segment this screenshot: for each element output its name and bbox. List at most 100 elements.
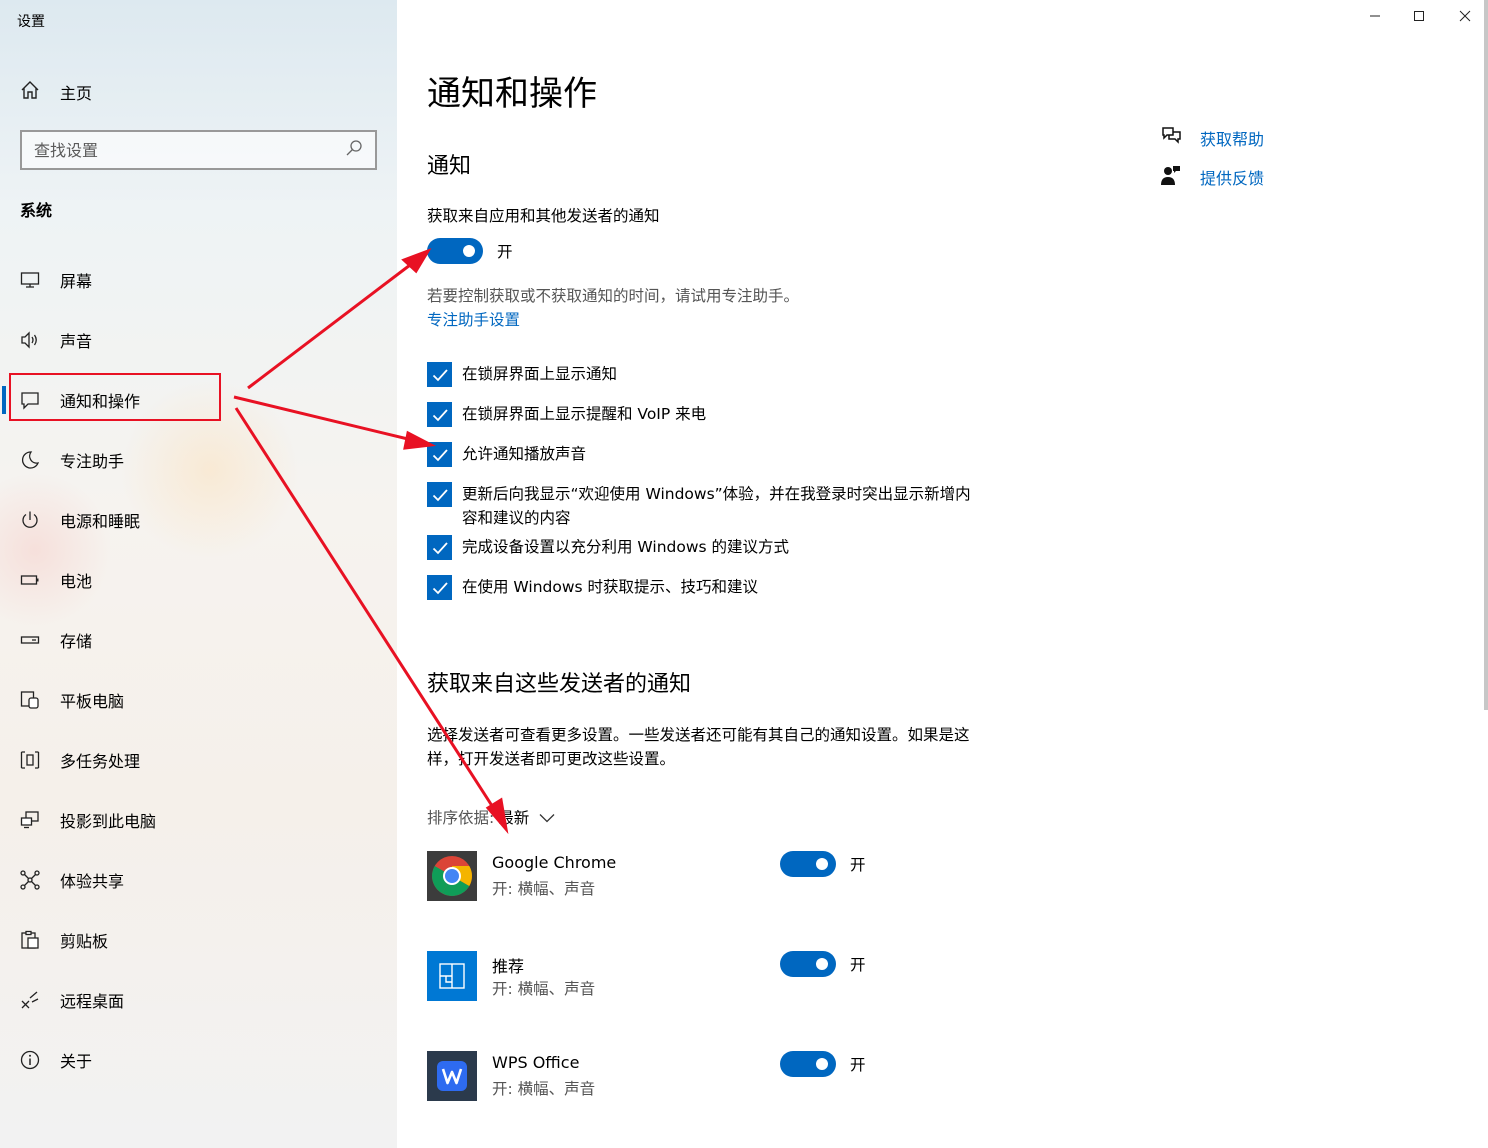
checkbox-tips-tricks[interactable]: 在使用 Windows 时获取提示、技巧和建议: [427, 575, 758, 600]
close-icon: [1459, 10, 1471, 22]
sidebar-item-label: 屏幕: [60, 272, 93, 291]
recommend-toggle-state: 开: [850, 956, 866, 974]
sidebar-item-label: 关于: [60, 1052, 93, 1071]
checkbox-notification-sounds[interactable]: 允许通知播放声音: [427, 442, 586, 467]
sidebar-item-project[interactable]: 投影到此电脑: [20, 803, 156, 837]
sidebar-item-label: 投影到此电脑: [60, 812, 157, 831]
sidebar-item-shared-experiences[interactable]: 体验共享: [20, 863, 124, 897]
chrome-toggle-state: 开: [850, 856, 866, 874]
checkbox-label: 完成设备设置以充分利用 Windows 的建议方式: [462, 538, 790, 556]
sidebar-item-label: 多任务处理: [60, 752, 141, 771]
close-button[interactable]: [1442, 0, 1488, 32]
sender-name: WPS Office: [492, 1053, 580, 1072]
sidebar-item-storage[interactable]: 存储: [20, 623, 92, 657]
sidebar-home-label: 主页: [60, 84, 93, 103]
sidebar-item-label: 存储: [60, 632, 93, 651]
feedback-label: 提供反馈: [1200, 169, 1265, 188]
checkbox-checked-icon[interactable]: [427, 535, 452, 560]
toggle-knob: [816, 858, 828, 870]
sidebar-item-remote-desktop[interactable]: 远程桌面: [20, 983, 124, 1017]
sidebar-item-focus-assist[interactable]: 专注助手: [20, 443, 124, 477]
sidebar-item-multitasking[interactable]: 多任务处理: [20, 743, 140, 777]
checkbox-device-setup-suggestions[interactable]: 完成设备设置以充分利用 Windows 的建议方式: [427, 535, 789, 560]
checkbox-lock-screen-notifications[interactable]: 在锁屏界面上显示通知: [427, 362, 617, 387]
sidebar-item-clipboard[interactable]: 剪贴板: [20, 923, 108, 957]
minimize-button[interactable]: [1352, 0, 1398, 32]
checkbox-checked-icon[interactable]: [427, 482, 452, 507]
scrollbar[interactable]: [1484, 0, 1488, 710]
feedback-link[interactable]: 提供反馈: [1160, 164, 1264, 190]
checkbox-checked-icon[interactable]: [427, 442, 452, 467]
display-icon: [20, 270, 40, 290]
sidebar-item-display[interactable]: 屏幕: [20, 263, 92, 297]
tablet-icon: [20, 690, 40, 710]
sidebar-item-label: 剪贴板: [60, 932, 109, 951]
sidebar-item-battery[interactable]: 电池: [20, 563, 92, 597]
checkbox-label: 更新后向我显示“欢迎使用 Windows”体验，并在我登录时突出显示新增内容和建…: [462, 485, 971, 527]
sender-status: 开: 横幅、声音: [492, 880, 596, 898]
checkbox-checked-icon[interactable]: [427, 402, 452, 427]
toggle-knob: [816, 958, 828, 970]
multitask-icon: [20, 750, 40, 770]
sidebar-item-sound[interactable]: 声音: [20, 323, 92, 357]
senders-heading: 获取来自这些发送者的通知: [427, 672, 692, 697]
sidebar-home[interactable]: 主页: [20, 78, 92, 106]
power-icon: [20, 510, 40, 530]
storage-icon: [20, 630, 40, 650]
sidebar-item-label: 远程桌面: [60, 992, 125, 1011]
sidebar-item-label: 平板电脑: [60, 692, 125, 711]
checkbox-label: 在锁屏界面上显示提醒和 VoIP 来电: [462, 405, 707, 423]
battery-icon: [20, 570, 40, 590]
checkbox-lock-screen-reminders[interactable]: 在锁屏界面上显示提醒和 VoIP 来电: [427, 402, 706, 427]
sidebar-item-tablet[interactable]: 平板电脑: [20, 683, 124, 717]
maximize-button[interactable]: [1396, 0, 1442, 32]
search-input[interactable]: [34, 140, 345, 160]
search-icon[interactable]: [345, 139, 363, 161]
feedback-icon: [1160, 164, 1182, 190]
wps-toggle[interactable]: [780, 1051, 836, 1077]
get-help-label: 获取帮助: [1200, 130, 1265, 149]
sidebar-item-label: 电源和睡眠: [60, 512, 141, 531]
share-icon: [20, 870, 40, 890]
checkbox-label: 在锁屏界面上显示通知: [462, 365, 618, 383]
sidebar-item-label: 电池: [60, 572, 93, 591]
search-box[interactable]: [20, 130, 377, 170]
focus-assist-hint: 若要控制获取或不获取通知的时间，请试用专注助手。: [427, 287, 800, 305]
chrome-toggle[interactable]: [780, 851, 836, 877]
annotation-highlight-box: [9, 373, 221, 421]
chevron-down-icon: [539, 808, 555, 827]
checkbox-label: 在使用 Windows 时获取提示、技巧和建议: [462, 578, 759, 596]
sidebar-item-about[interactable]: 关于: [20, 1043, 92, 1077]
sidebar-item-label: 声音: [60, 332, 93, 351]
sort-dropdown[interactable]: 排序依据: 最新: [427, 806, 555, 828]
remote-desktop-icon: [20, 990, 40, 1010]
page-title: 通知和操作: [427, 74, 597, 114]
sort-label: 排序依据:: [427, 809, 495, 827]
sender-name: 推荐: [492, 957, 525, 976]
sender-name: Google Chrome: [492, 853, 617, 872]
get-help-link[interactable]: 获取帮助: [1160, 125, 1264, 151]
master-toggle-state: 开: [497, 243, 513, 261]
wps-icon: [427, 1051, 477, 1101]
focus-assist-link[interactable]: 专注助手设置: [427, 308, 520, 332]
recommend-toggle[interactable]: [780, 951, 836, 977]
sidebar-item-label: 专注助手: [60, 452, 125, 471]
sidebar-section-title: 系统: [20, 201, 53, 220]
info-icon: [20, 1050, 40, 1070]
toggle-knob: [463, 245, 475, 257]
active-indicator: [2, 386, 6, 414]
checkbox-welcome-experience[interactable]: 更新后向我显示“欢迎使用 Windows”体验，并在我登录时突出显示新增内容和建…: [427, 482, 982, 530]
window-title: 设置: [17, 14, 45, 30]
sidebar-item-power[interactable]: 电源和睡眠: [20, 503, 140, 537]
checkbox-checked-icon[interactable]: [427, 362, 452, 387]
senders-description: 选择发送者可查看更多设置。一些发送者还可能有其自己的通知设置。如果是这样，打开发…: [427, 726, 970, 768]
sidebar-item-label: 体验共享: [60, 872, 125, 891]
checkbox-checked-icon[interactable]: [427, 575, 452, 600]
sender-status: 开: 横幅、声音: [492, 1080, 596, 1098]
master-notifications-toggle[interactable]: [427, 238, 483, 264]
toggle-knob: [816, 1058, 828, 1070]
moon-icon: [20, 450, 40, 470]
clipboard-icon: [20, 930, 40, 950]
chrome-icon: [427, 851, 477, 901]
checkbox-label: 允许通知播放声音: [462, 445, 587, 463]
